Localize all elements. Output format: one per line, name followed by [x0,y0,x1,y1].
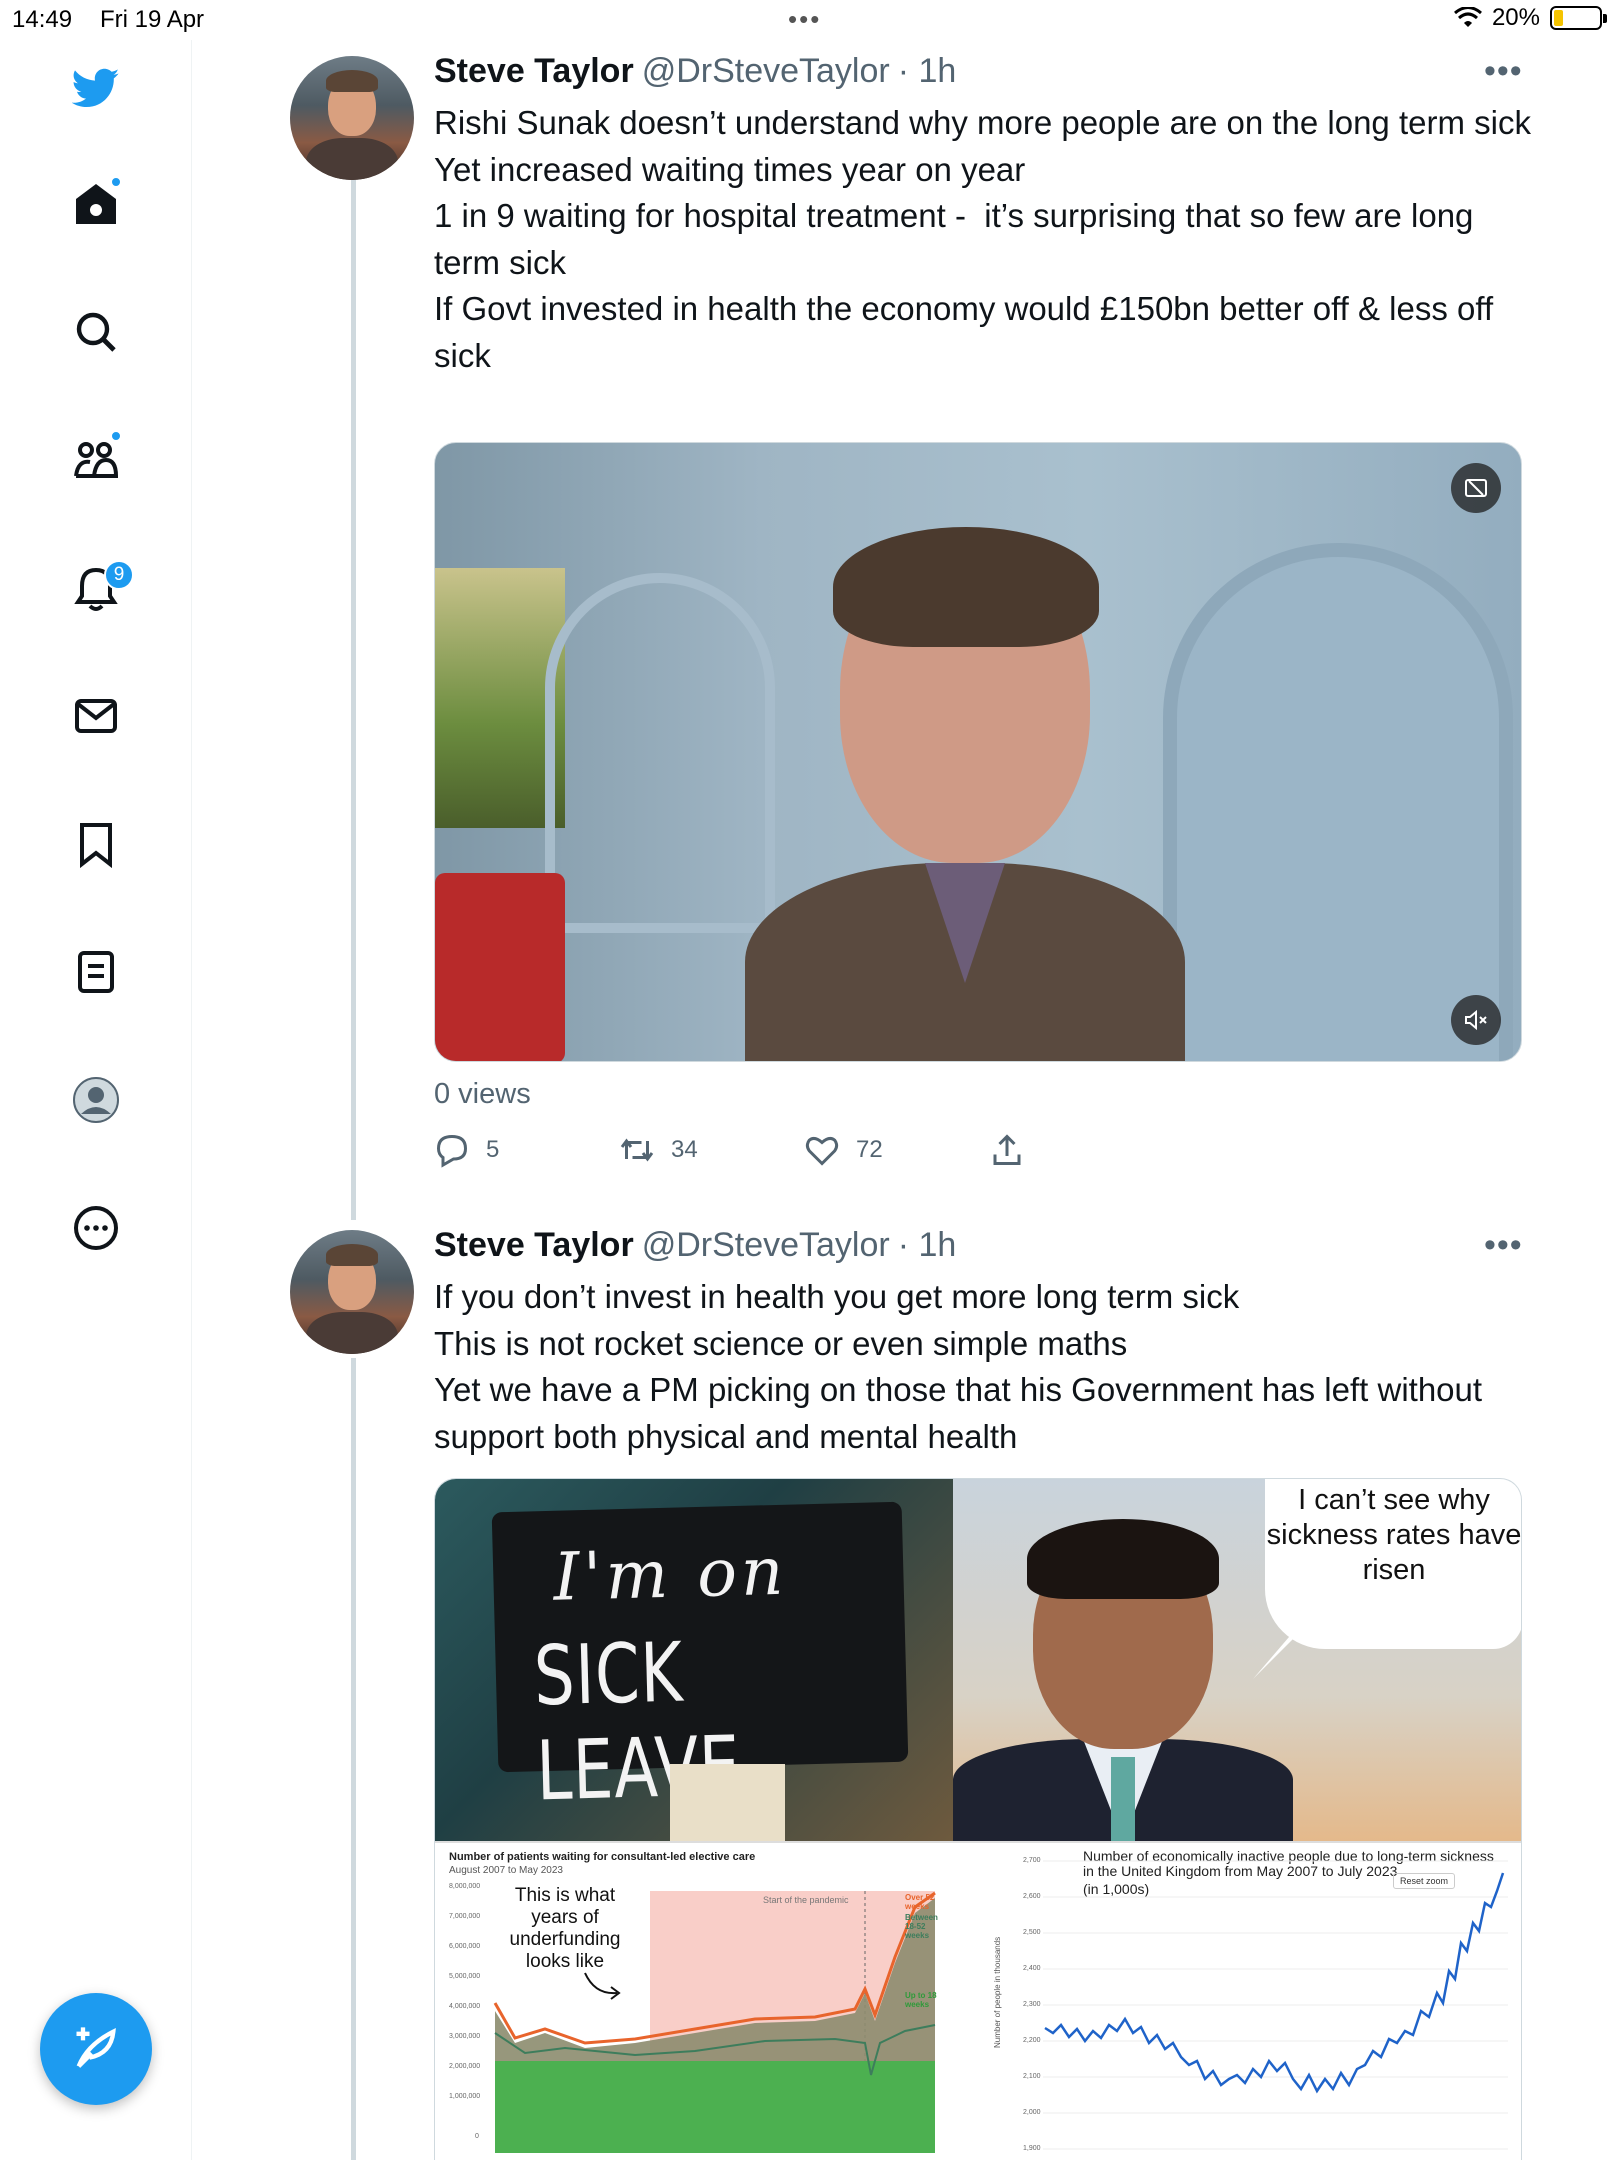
retweet-icon [620,1138,654,1162]
video-chair [435,873,565,1061]
thread-line [351,1358,356,2160]
compose-tweet-button[interactable] [40,1993,152,2105]
avatar[interactable] [290,1230,414,1354]
chart1-annotation: This is what years of underfunding looks… [509,1885,621,1972]
messages-icon[interactable] [60,680,132,752]
compose-feather-icon [76,2027,116,2068]
status-right: 20% [1453,4,1607,32]
axis-tick: 4,000,000 [449,2003,481,2010]
axis-tick: 2,600 [1023,1893,1041,1900]
wifi-icon [1453,7,1482,27]
wood-block [670,1764,785,1841]
tweet-header: Steve Taylor @DrSteveTaylor · 1h [434,1226,956,1265]
like-count: 72 [856,1136,883,1163]
like-button[interactable]: 72 [804,1132,989,1168]
axis-tick: 5,000,000 [449,1973,481,1980]
chart1-legend-18to52: Between 18-52 weeks [905,1913,938,1940]
sick-leave-photo: I'm on SICK LEAVE [435,1479,953,1841]
communities-icon[interactable] [60,424,132,496]
search-icon[interactable] [60,296,132,368]
tweet-more-icon[interactable]: ••• [1484,1226,1523,1265]
status-date: Fri 19 Apr [100,6,205,33]
tweet-video[interactable] [434,442,1522,1062]
tweet-more-icon[interactable]: ••• [1484,52,1523,91]
axis-tick: 1,000,000 [449,2093,481,2100]
retweet-count: 34 [671,1136,698,1163]
author-name[interactable]: Steve Taylor [434,1226,634,1265]
retweet-button[interactable]: 34 [619,1132,804,1168]
mute-icon[interactable] [1451,995,1501,1045]
home-icon[interactable] [60,168,132,240]
home-unread-dot [110,176,122,188]
axis-tick: 2,100 [1023,2073,1041,2080]
reply-icon [436,1134,468,1168]
tweet-image[interactable]: I'm on SICK LEAVE I can’t see why sickne… [434,1478,1522,2160]
axis-tick: 3,000,000 [449,2033,481,2040]
captions-icon[interactable] [1451,463,1501,513]
avatar[interactable] [290,56,414,180]
reply-count: 5 [486,1136,500,1163]
tweet-time[interactable]: · 1h [898,1226,957,1265]
multitasking-dots-icon[interactable]: ••• [788,4,821,35]
sidebar: 9 [0,40,192,2160]
tweet-actions: 5 34 72 [434,1132,1174,1168]
axis-tick: 2,200 [1023,2037,1041,2044]
tweet-text: If you don’t invest in health you get mo… [434,1278,1483,1455]
author-handle[interactable]: @DrSteveTaylor [642,1226,890,1265]
axis-tick: 6,000,000 [449,1943,481,1950]
author-handle[interactable]: @DrSteveTaylor [642,52,890,91]
axis-tick: 2,700 [1023,1857,1041,1864]
chalkboard: I'm on SICK LEAVE [491,1501,909,1819]
video-arch [545,573,775,933]
notifications-badge: 9 [104,560,134,590]
axis-tick: 2,300 [1023,2001,1041,2008]
chart1-legend-over52: Over 52 weeks [905,1893,935,1911]
communities-unread-dot [110,430,122,442]
author-name[interactable]: Steve Taylor [434,52,634,91]
axis-tick: 7,000,000 [449,1913,481,1920]
axis-tick: 8,000,000 [449,1883,481,1890]
axis-tick: 2,000 [1023,2109,1041,2116]
heart-icon [805,1136,839,1166]
sickness-chart: Number of economically inactive people d… [953,1841,1521,2160]
battery-icon [1550,6,1607,30]
axis-tick: 1,900 [1023,2145,1041,2152]
view-count: 0 views [434,1078,531,1110]
status-time: 14:49 [12,6,73,33]
tweet-header: Steve Taylor @DrSteveTaylor · 1h [434,52,956,91]
more-icon[interactable] [60,1192,132,1264]
board-line-1: I'm on [552,1532,789,1616]
battery-percent: 20% [1491,4,1540,31]
share-icon [993,1134,1021,1165]
pm-photo: I can’t see why sickness rates have rise… [953,1479,1521,1841]
thread-line [351,180,356,1220]
video-arch [1163,543,1513,1061]
twitter-logo-icon[interactable] [60,52,132,124]
tweet-time[interactable]: · 1h [898,52,957,91]
axis-tick: 0 [475,2133,479,2140]
reply-button[interactable]: 5 [434,1132,619,1168]
bookmarks-icon[interactable] [60,808,132,880]
lists-icon[interactable] [60,936,132,1008]
axis-tick: 2,000,000 [449,2063,481,2070]
tweet-text: Rishi Sunak doesn’t understand why more … [434,104,1531,374]
notifications-icon[interactable]: 9 [60,552,134,624]
axis-tick: 2,500 [1023,1929,1041,1936]
axis-tick: 2,400 [1023,1965,1041,1972]
waiting-list-chart: Number of patients waiting for consultan… [435,1841,953,2160]
speech-bubble: I can’t see why sickness rates have rise… [1265,1479,1521,1649]
share-button[interactable] [989,1132,1174,1168]
video-person [745,527,1185,1061]
chart1-legend-upto18: Up to 18 weeks [905,1991,937,2009]
chart1-band-label: Start of the pandemic [763,1895,849,1905]
status-bar: 14:49 Fri 19 Apr ••• 20% [0,0,1620,40]
profile-icon[interactable] [60,1064,132,1136]
